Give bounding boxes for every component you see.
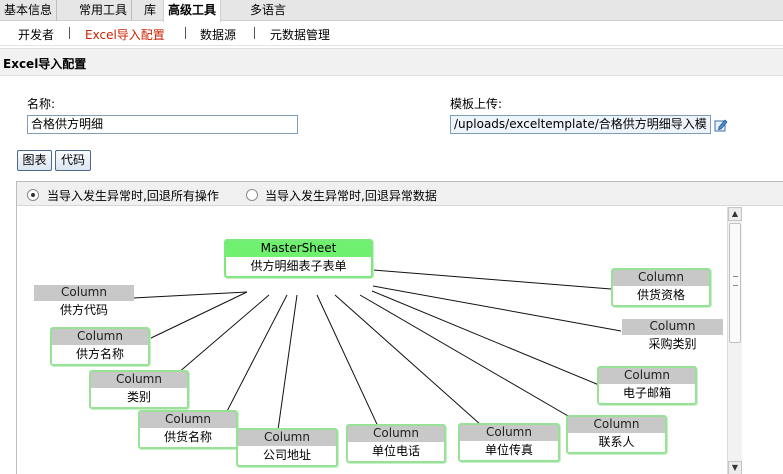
- column-header: Column: [568, 417, 665, 433]
- column-name: 类别: [126, 390, 151, 404]
- column-name: 单位传真: [484, 443, 533, 457]
- column-node[interactable]: Column 供货资格: [611, 268, 711, 307]
- column-name: 采购类别: [648, 337, 697, 351]
- column-name: 供方名称: [75, 347, 124, 361]
- submenu-excel-import[interactable]: Excel导入配置: [85, 26, 165, 43]
- connector-line: [334, 294, 491, 434]
- sub-menu: 开发者 Excel导入配置 数据源 元数据管理: [0, 22, 783, 46]
- connector-line: [132, 291, 248, 299]
- edit-upload-icon[interactable]: [714, 118, 728, 132]
- column-header: Column: [460, 425, 558, 441]
- radio-rollback-all[interactable]: [27, 189, 39, 201]
- column-node[interactable]: Column 采购类别: [622, 319, 723, 353]
- column-header: Column: [52, 329, 148, 345]
- connector-line: [276, 294, 298, 438]
- column-node[interactable]: Column 供货名称: [138, 410, 238, 449]
- scroll-thumb[interactable]: [729, 223, 741, 343]
- menu-common-tools[interactable]: 常用工具: [75, 0, 133, 21]
- chart-button[interactable]: 图表: [17, 150, 52, 171]
- name-label: 名称:: [27, 97, 56, 111]
- radio-rollback-all-label: 当导入发生异常时,回退所有操作: [47, 189, 219, 203]
- scroll-down-icon[interactable]: ▼: [728, 461, 742, 474]
- column-node[interactable]: Column 电子邮箱: [597, 366, 697, 405]
- column-node[interactable]: Column 单位电话: [346, 424, 446, 463]
- separator: [185, 27, 186, 39]
- menu-multilingual[interactable]: 多语言: [246, 0, 290, 21]
- connector-line: [222, 294, 288, 420]
- page-title: Excel导入配置: [3, 57, 87, 71]
- column-name: 供货资格: [636, 288, 685, 302]
- radio-rollback-errors-label: 当导入发生异常时,回退异常数据: [265, 189, 437, 203]
- column-node[interactable]: Column 单位传真: [458, 423, 560, 462]
- master-sheet-header: MasterSheet: [226, 241, 371, 257]
- diagram-canvas: MasterSheet 供方明细表子表单 Column 供方代码 Column …: [17, 207, 727, 474]
- code-button[interactable]: 代码: [55, 150, 91, 171]
- column-node[interactable]: Column 公司地址: [236, 428, 338, 467]
- column-header: Column: [140, 412, 236, 428]
- name-input[interactable]: 合格供方明细: [27, 115, 298, 134]
- connector-line: [148, 291, 248, 340]
- master-sheet-node[interactable]: MasterSheet 供方明细表子表单: [224, 239, 373, 278]
- column-header: Column: [91, 372, 187, 388]
- diagram-scrollbar[interactable]: ▲ ▼: [727, 207, 742, 474]
- column-header: Column: [599, 368, 695, 384]
- connector-line: [170, 294, 270, 380]
- radio-rollback-errors[interactable]: [246, 189, 258, 201]
- column-node[interactable]: Column 联系人: [566, 415, 667, 454]
- submenu-datasource[interactable]: 数据源: [200, 26, 236, 43]
- menu-advanced-tools[interactable]: 高级工具: [163, 0, 222, 22]
- column-header: Column: [622, 319, 723, 335]
- connector-line: [372, 269, 612, 290]
- scroll-up-icon[interactable]: ▲: [728, 207, 742, 221]
- column-node[interactable]: Column 供方代码: [34, 285, 134, 319]
- menu-library[interactable]: 库: [140, 0, 160, 21]
- column-name: 供货名称: [163, 430, 212, 444]
- menu-basic-info[interactable]: 基本信息: [0, 0, 58, 21]
- upload-label: 模板上传:: [450, 97, 503, 111]
- submenu-metadata[interactable]: 元数据管理: [270, 26, 330, 43]
- column-node[interactable]: Column 类别: [89, 370, 189, 409]
- connector-line: [316, 294, 383, 436]
- column-header: Column: [348, 426, 444, 442]
- column-name: 联系人: [598, 435, 635, 449]
- column-header: Column: [613, 270, 709, 286]
- rollback-options: 当导入发生异常时,回退所有操作 当导入发生异常时,回退异常数据: [17, 182, 783, 206]
- page-header: Excel导入配置: [0, 48, 783, 76]
- diagram-panel: 当导入发生异常时,回退所有操作 当导入发生异常时,回退异常数据 MasterSh…: [16, 181, 783, 474]
- upload-input[interactable]: /uploads/exceltemplate/合格供方明细导入模: [450, 115, 711, 134]
- column-header: Column: [34, 285, 134, 301]
- connector-line: [371, 290, 600, 386]
- column-name: 供方代码: [59, 303, 108, 317]
- column-name: 公司地址: [262, 448, 311, 462]
- master-sheet-name: 供方明细表子表单: [250, 259, 347, 273]
- column-name: 单位电话: [371, 444, 420, 458]
- top-menu: 基本信息 常用工具 库 高级工具 多语言: [0, 0, 783, 22]
- column-name: 电子邮箱: [622, 386, 671, 400]
- column-node[interactable]: Column 供方名称: [50, 327, 150, 366]
- column-header: Column: [238, 430, 336, 446]
- submenu-developer[interactable]: 开发者: [18, 26, 54, 43]
- grip-icon: [733, 276, 738, 286]
- separator: [254, 27, 255, 39]
- separator: [69, 27, 70, 39]
- connector-line: [359, 294, 588, 428]
